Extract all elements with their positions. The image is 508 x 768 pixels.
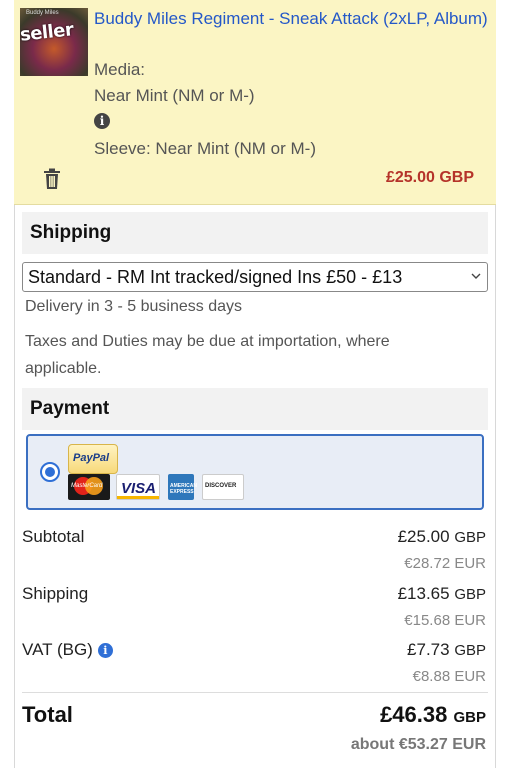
thumbnail-caption: Buddy Miles (26, 10, 59, 16)
cart-item: Buddy Miles seller Buddy Miles Regiment … (14, 0, 496, 205)
item-title-link[interactable]: Buddy Miles Regiment - Sneak Attack (2xL… (94, 6, 489, 32)
album-cover-thumbnail[interactable]: Buddy Miles seller (20, 8, 88, 76)
shipping-heading: Shipping (30, 222, 112, 243)
shipping-cost-value: £13.65 GBP (397, 584, 486, 603)
chevron-down-icon (471, 273, 481, 279)
media-condition: Near Mint (NM or M-) (94, 86, 255, 105)
trash-icon[interactable] (42, 168, 62, 190)
seller-badge: seller (20, 19, 75, 46)
total-value: £46.38 GBP (380, 702, 486, 727)
taxes-note: Taxes and Duties may be due at importati… (25, 333, 390, 377)
subtotal-eur: €28.72 EUR (404, 555, 486, 572)
discover-label: DISCOVER (205, 483, 237, 489)
shipping-cost-label: Shipping (22, 584, 89, 603)
paypal-label: PayPal (73, 452, 110, 464)
mastercard-label: MasterCard (71, 483, 103, 489)
payment-heading: Payment (30, 398, 110, 419)
vat-value: £7.73 GBP (407, 640, 486, 659)
visa-label: VISA (121, 480, 157, 497)
shipping-method-select[interactable]: Standard - RM Int tracked/signed Ins £50… (22, 262, 488, 292)
shipping-header: Shipping (22, 212, 488, 254)
sleeve-condition: Sleeve: Near Mint (NM or M-) (94, 139, 316, 158)
totals-divider (22, 692, 488, 693)
discover-logo: DISCOVER (202, 474, 244, 500)
payment-option-card[interactable]: PayPal MasterCard VISA AMERICAN EXPRESS … (26, 434, 484, 510)
delivery-estimate: Delivery in 3 - 5 business days (25, 298, 242, 315)
media-label: Media: (94, 60, 146, 79)
total-label: Total (22, 702, 73, 727)
payment-radio-selected[interactable] (40, 462, 60, 482)
amex-logo: AMERICAN EXPRESS (168, 474, 197, 500)
visa-logo: VISA (116, 474, 160, 500)
vat-info-icon[interactable]: i (97, 643, 113, 658)
info-icon[interactable]: i (94, 113, 110, 129)
total-eur-estimate: about €53.27 EUR (350, 736, 486, 753)
item-price: £25.00 GBP (385, 169, 474, 186)
subtotal-value: £25.00 GBP (397, 527, 486, 546)
paypal-logo: PayPal (68, 444, 118, 474)
vat-eur: €8.88 EUR (412, 668, 486, 685)
amex-label: AMERICAN EXPRESS (170, 483, 197, 495)
payment-header: Payment (22, 388, 488, 430)
subtotal-label: Subtotal (22, 527, 85, 546)
mastercard-logo: MasterCard (68, 474, 110, 500)
vat-label: VAT (BG) i (22, 640, 113, 660)
shipping-cost-eur: €15.68 EUR (404, 612, 486, 629)
shipping-selected-option: Standard - RM Int tracked/signed Ins £50… (28, 267, 403, 287)
